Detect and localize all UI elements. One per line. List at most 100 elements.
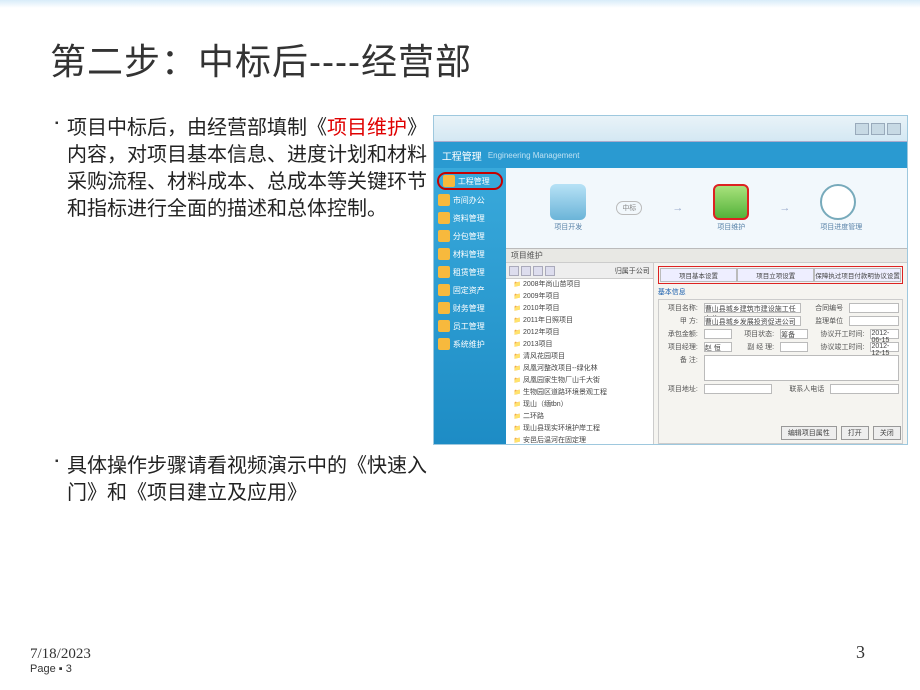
tab-approval[interactable]: 项目立项设置 [737,268,814,282]
field-end[interactable]: 2012-12-15 [870,342,898,352]
sidebar-label: 资料管理 [453,213,485,224]
main-pane: 项目开发 中标 → 项目维护 → 项目进度管理 项目维护 [506,168,907,444]
slide-title: 第二步：中标后----经营部 [0,8,920,85]
panel-body: 归属于公司 2008年尚山苗项目 2009年项目 2010年项目 2011年日照… [506,263,907,444]
sidebar-label: 财务管理 [453,303,485,314]
tree-item[interactable]: 现山（缅tbn） [514,399,653,411]
form-tabs: 项目基本设置 项目立项设置 保障执过项目付款明协议设置 [658,266,903,284]
sidebar-item-lease[interactable]: 租赁管理 [434,263,506,281]
open-button[interactable]: 打开 [841,426,869,440]
sidebar-item-office[interactable]: 市间办公 [434,191,506,209]
field-desc[interactable] [704,355,899,381]
field-addr[interactable] [704,384,773,394]
module-icon [438,248,450,260]
tree-item[interactable]: 现山县现实环境护岸工程 [514,423,653,435]
flow-dev-icon [550,184,586,220]
label-addr: 项目地址: [662,384,698,394]
sidebar-label: 租赁管理 [453,267,485,278]
flow-maintain[interactable]: 项目维护 [713,184,749,232]
label-unit: 合同编号 [807,303,843,313]
field-contract-no[interactable] [849,303,899,313]
label-end: 协议竣工时间: [814,342,864,352]
label-manager: 项目经理: [662,342,698,352]
field-status[interactable]: 筹备 [780,329,808,339]
tree-toolbar: 归属于公司 [506,263,653,279]
field-jiafang[interactable]: 曹山县城乡发展投资促进公司 [704,316,801,326]
field-amount[interactable] [704,329,732,339]
tree-item[interactable]: 清风花园项目 [514,351,653,363]
app-body: 工程管理 市间办公 资料管理 分包管理 材料管理 租赁管理 固定资产 财务管理 … [434,168,907,444]
flow-maintain-icon [713,184,749,220]
form-section-label: 基本信息 [658,287,903,297]
flow-label: 项目进度管理 [820,224,862,231]
label-supervisor: 监理单位 [807,316,843,326]
sidebar-item-system[interactable]: 系统维护 [434,335,506,353]
label-vice: 副 经 理: [738,342,774,352]
tool-icon[interactable] [533,266,543,276]
label-project-name: 项目名称: [662,303,698,313]
tree-item[interactable]: 2010年项目 [514,303,653,315]
label-desc: 备 注: [662,355,698,381]
field-contact[interactable] [830,384,899,394]
panel-header: 项目维护 [506,249,907,263]
module-icon [438,212,450,224]
flow-dev[interactable]: 项目开发 [550,184,586,232]
close-icon[interactable] [887,123,901,135]
sidebar-label: 员工管理 [453,321,485,332]
app-screenshot: 工程管理 Engineering Management 工程管理 市间办公 资料… [433,115,908,445]
tree-item[interactable]: 二环路 [514,411,653,423]
sidebar-item-engineering[interactable]: 工程管理 [437,172,503,190]
module-title-cn: 工程管理 [442,148,482,163]
sidebar-label: 市间办公 [453,195,485,206]
bullet-1-highlight: 项目维护 [327,117,407,139]
bullet-1: 项目中标后，由经营部填制《项目维护》内容，对项目基本信息、进度计划和材料采购流程… [55,115,428,223]
tree-item[interactable]: 生物园区道路环境景观工程 [514,387,653,399]
sidebar-item-finance[interactable]: 财务管理 [434,299,506,317]
tool-icon[interactable] [521,266,531,276]
minimize-icon[interactable] [855,123,869,135]
flow-progress[interactable]: 项目进度管理 [820,184,862,232]
tab-payment[interactable]: 保障执过项目付款明协议设置 [814,268,901,282]
window-titlebar [434,116,907,142]
tree-item[interactable]: 2008年尚山苗项目 [514,279,653,291]
sidebar-item-docs[interactable]: 资料管理 [434,209,506,227]
field-project-name[interactable]: 曹山县城乡建筑市建设施工任务施工E [704,303,801,313]
module-icon [438,302,450,314]
right-column: 工程管理 Engineering Management 工程管理 市间办公 资料… [433,115,910,519]
edit-button[interactable]: 编辑项目属性 [781,426,837,440]
label-status: 项目状态: [738,329,774,339]
sidebar-item-material[interactable]: 材料管理 [434,245,506,263]
tree-item[interactable]: 2009年项目 [514,291,653,303]
footer-page-label: Page ▪ 3 [30,663,91,675]
field-vice[interactable] [780,342,808,352]
module-icon [438,320,450,332]
tool-icon[interactable] [509,266,519,276]
tree-item[interactable]: 2012年项目 [514,327,653,339]
tree-list: 2008年尚山苗项目 2009年项目 2010年项目 2011年日照项目 201… [506,279,653,444]
flow-label: 项目维护 [717,224,745,231]
module-icon [438,230,450,242]
field-start[interactable]: 2012-06-15 [870,329,898,339]
label-contact: 联系人电话 [778,384,824,394]
tab-basic[interactable]: 项目基本设置 [660,268,737,282]
tree-item[interactable]: 2013项目 [514,339,653,351]
form-section: 项目名称: 曹山县城乡建筑市建设施工任务施工E 合同编号 甲 方: 曹山县城乡发… [658,299,903,444]
sidebar-label: 工程管理 [458,176,490,187]
sidebar: 工程管理 市间办公 资料管理 分包管理 材料管理 租赁管理 固定资产 财务管理 … [434,168,506,444]
sidebar-item-assets[interactable]: 固定资产 [434,281,506,299]
project-tree[interactable]: 归属于公司 2008年尚山苗项目 2009年项目 2010年项目 2011年日照… [506,263,654,444]
field-supervisor[interactable] [849,316,899,326]
field-manager[interactable]: 赵 恒 [704,342,732,352]
tree-item[interactable]: 凤凰园家生物厂山千大街 [514,375,653,387]
footer-page-number: 3 [856,642,865,663]
sidebar-item-staff[interactable]: 员工管理 [434,317,506,335]
sidebar-item-subcontract[interactable]: 分包管理 [434,227,506,245]
tree-item[interactable]: 2011年日照项目 [514,315,653,327]
tool-icon[interactable] [545,266,555,276]
tree-item[interactable]: 安邑后温河在固定理 [514,435,653,444]
bullet-2: 具体操作步骤请看视频演示中的《快速入门》和《项目建立及应用》 [55,453,428,507]
maximize-icon[interactable] [871,123,885,135]
close-button[interactable]: 关闭 [873,426,901,440]
tree-item[interactable]: 凤凰河整改项目--绿化林 [514,363,653,375]
flow-row: 项目开发 中标 → 项目维护 → 项目进度管理 [506,168,907,248]
